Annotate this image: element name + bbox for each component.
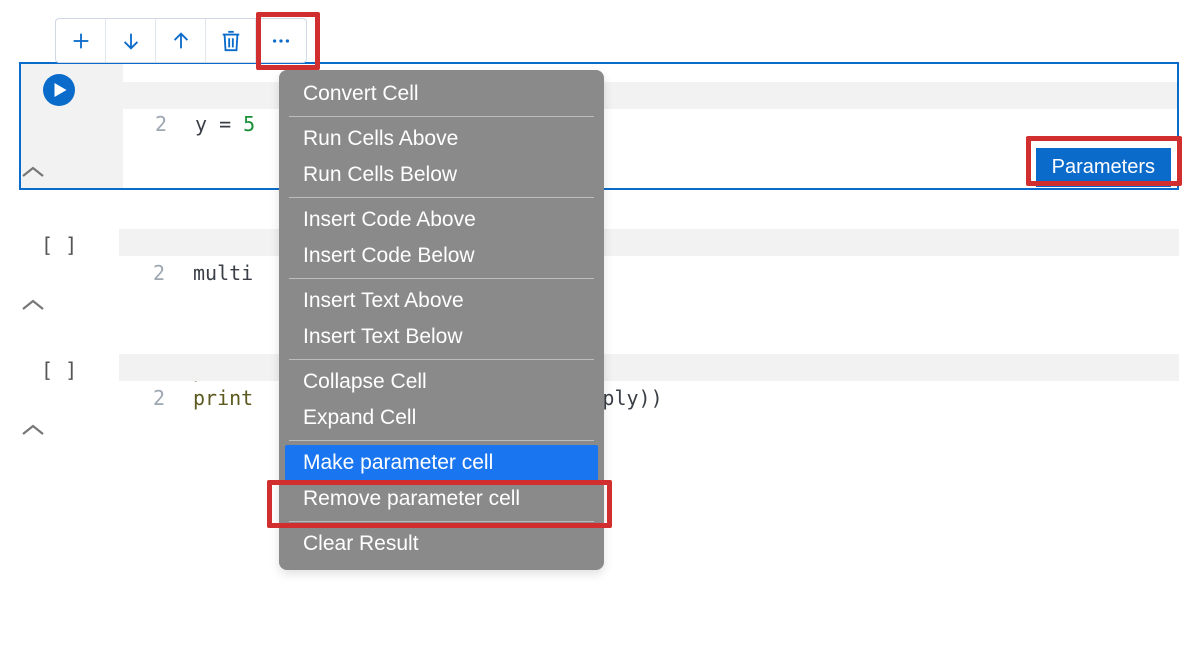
- menu-remove-parameter-cell[interactable]: Remove parameter cell: [283, 481, 600, 517]
- arrow-down-icon: [120, 30, 142, 52]
- code-row-bg: [119, 354, 1179, 381]
- plus-icon: [70, 30, 92, 52]
- play-icon: [54, 83, 67, 97]
- ellipsis-icon: [270, 30, 292, 52]
- code-row-bg: [119, 229, 1179, 256]
- menu-collapse-cell[interactable]: Collapse Cell: [283, 364, 600, 400]
- cell-toolbar: [55, 18, 307, 63]
- run-cell-button[interactable]: [43, 74, 75, 106]
- trash-icon: [220, 29, 242, 53]
- menu-separator: [289, 278, 594, 279]
- delete-cell-button[interactable]: [206, 19, 256, 62]
- line-number: 2: [121, 384, 165, 412]
- menu-insert-code-below[interactable]: Insert Code Below: [283, 238, 600, 274]
- menu-clear-result[interactable]: Clear Result: [283, 526, 600, 562]
- menu-run-cells-above[interactable]: Run Cells Above: [283, 121, 600, 157]
- notebook-root: 1 2 x = 2 y = 5 Parameters [ ] 1 2 addit…: [19, 18, 1179, 443]
- menu-convert-cell[interactable]: Convert Cell: [283, 76, 600, 112]
- menu-run-cells-below[interactable]: Run Cells Below: [283, 157, 600, 193]
- execution-bracket: [ ]: [41, 233, 77, 257]
- cell-gutter: [ ]: [19, 346, 121, 428]
- line-number: 2: [121, 259, 165, 287]
- add-cell-button[interactable]: [56, 19, 106, 62]
- chevron-up-icon: [19, 297, 47, 313]
- cell-gutter: [ ]: [19, 221, 121, 303]
- menu-make-parameter-cell[interactable]: Make parameter cell: [285, 445, 598, 481]
- menu-separator: [289, 440, 594, 441]
- menu-insert-text-below[interactable]: Insert Text Below: [283, 319, 600, 355]
- arrow-up-icon: [170, 30, 192, 52]
- menu-separator: [289, 359, 594, 360]
- line-number: 2: [123, 110, 167, 138]
- menu-separator: [289, 116, 594, 117]
- cell-context-menu: Convert Cell Run Cells Above Run Cells B…: [279, 70, 604, 570]
- menu-separator: [289, 197, 594, 198]
- chevron-up-icon: [19, 422, 47, 438]
- move-up-button[interactable]: [156, 19, 206, 62]
- more-actions-button[interactable]: [256, 19, 306, 62]
- chevron-up-icon: [19, 164, 47, 180]
- menu-expand-cell[interactable]: Expand Cell: [283, 400, 600, 436]
- menu-separator: [289, 521, 594, 522]
- menu-insert-text-above[interactable]: Insert Text Above: [283, 283, 600, 319]
- execution-bracket: [ ]: [41, 358, 77, 382]
- parameters-badge: Parameters: [1036, 148, 1171, 187]
- move-down-button[interactable]: [106, 19, 156, 62]
- menu-insert-code-above[interactable]: Insert Code Above: [283, 202, 600, 238]
